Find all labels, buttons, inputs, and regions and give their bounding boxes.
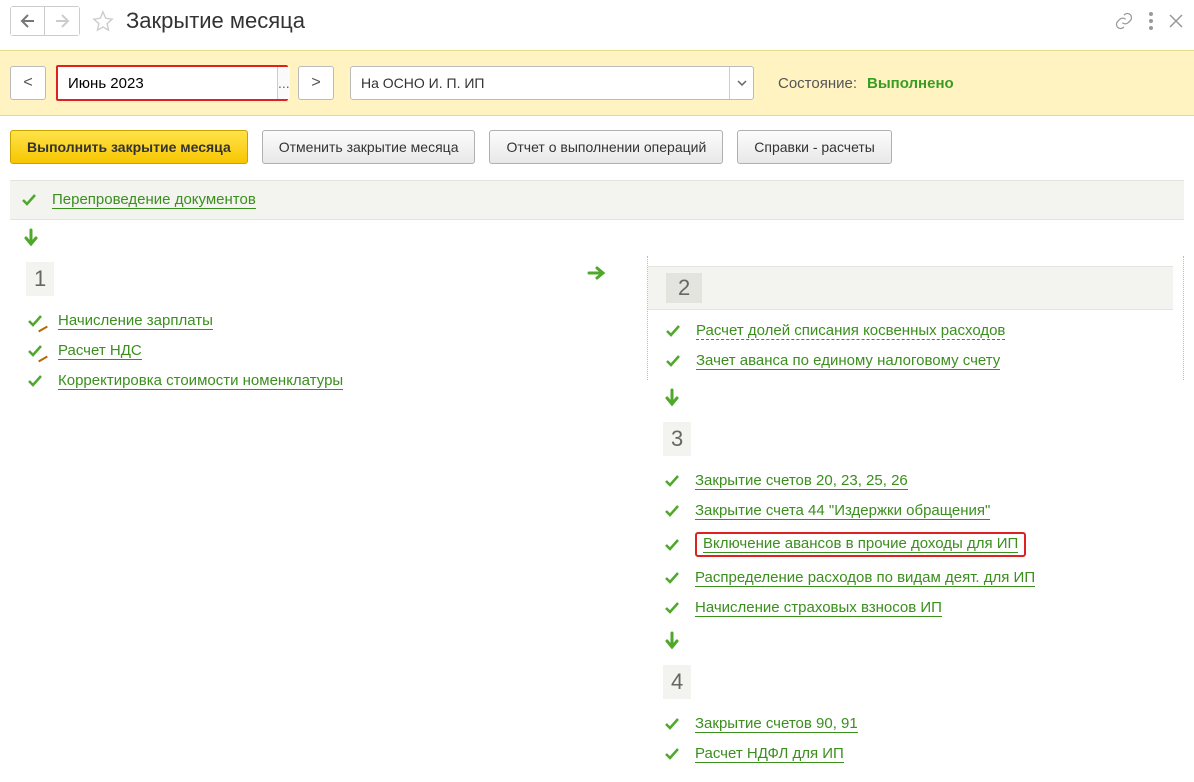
operation-link[interactable]: Зачет аванса по единому налоговому счету (696, 352, 1000, 370)
operation-row: Начисление страховых взносов ИП (647, 593, 1184, 623)
operation-row: Закрытие счетов 90, 91 (647, 709, 1184, 739)
period-group: < ... > (10, 65, 334, 101)
check-icon (26, 374, 44, 388)
operation-row: Включение авансов в прочие доходы для ИП (647, 526, 1184, 563)
operation-link[interactable]: Расчет НДС (58, 342, 142, 360)
check-icon (664, 354, 682, 368)
period-next-button[interactable]: > (298, 66, 334, 100)
check-icon (664, 324, 682, 338)
arrow-right-icon (587, 266, 607, 280)
check-icon (20, 193, 38, 207)
operation-row: Зачет аванса по единому налоговому счету (648, 346, 1173, 376)
arrow-down-icon (665, 388, 1184, 408)
period-input-highlight: ... (56, 65, 288, 101)
stage-2-header: 2 (648, 266, 1173, 310)
link-icon[interactable] (1114, 11, 1134, 31)
operation-link[interactable]: Включение авансов в прочие доходы для ИП (703, 535, 1018, 553)
organization-value: На ОСНО И. П. ИП (351, 67, 729, 99)
titlebar: Закрытие месяца (0, 0, 1194, 42)
arrow-down-icon (665, 631, 1184, 651)
close-icon[interactable] (1168, 13, 1184, 29)
title-right-icons (1114, 11, 1184, 31)
stages-columns: 1 Начисление зарплаты Расчет НДС Коррект… (0, 256, 1194, 769)
cancel-button[interactable]: Отменить закрытие месяца (262, 130, 476, 164)
operation-link[interactable]: Расчет долей списания косвенных расходов (696, 322, 1005, 340)
operation-link[interactable]: Закрытие счетов 20, 23, 25, 26 (695, 472, 908, 490)
operation-row: Распределение расходов по видам деят. дл… (647, 563, 1184, 593)
operation-link[interactable]: Начисление страховых взносов ИП (695, 599, 942, 617)
operation-row: Расчет долей списания косвенных расходов (648, 316, 1173, 346)
operation-link[interactable]: Распределение расходов по видам деят. дл… (695, 569, 1035, 587)
stage-1-header: 1 (26, 262, 54, 296)
check-icon (663, 717, 681, 731)
operation-link[interactable]: Расчет НДФЛ для ИП (695, 745, 844, 763)
column-right: 2 Расчет долей списания косвенных расход… (647, 256, 1184, 769)
check-edited-icon (26, 314, 44, 328)
check-icon (663, 504, 681, 518)
operation-link[interactable]: Начисление зарплаты (58, 312, 213, 330)
organization-select[interactable]: На ОСНО И. П. ИП (350, 66, 754, 100)
stage-2-block: 2 Расчет долей списания косвенных расход… (647, 256, 1184, 380)
nav-forward-button[interactable] (45, 7, 79, 35)
status-label: Состояние: (778, 75, 857, 92)
arrow-down-icon (24, 228, 1194, 248)
check-edited-icon (26, 344, 44, 358)
check-icon (663, 474, 681, 488)
reprocess-link[interactable]: Перепроведение документов (52, 191, 256, 209)
more-menu-icon[interactable] (1148, 11, 1154, 31)
references-button[interactable]: Справки - расчеты (737, 130, 892, 164)
check-icon (663, 571, 681, 585)
action-bar: Выполнить закрытие месяца Отменить закры… (0, 116, 1194, 174)
check-icon (663, 601, 681, 615)
operation-highlight: Включение авансов в прочие доходы для ИП (695, 532, 1026, 557)
stage-4-header: 4 (663, 665, 691, 699)
dropdown-icon[interactable] (729, 67, 753, 99)
arrow-left-icon (20, 14, 36, 28)
operation-link[interactable]: Закрытие счета 44 "Издержки обращения" (695, 502, 990, 520)
reprocess-row: Перепроведение документов (10, 180, 1184, 220)
column-left: 1 Начисление зарплаты Расчет НДС Коррект… (10, 256, 547, 769)
operation-link[interactable]: Корректировка стоимости номенклатуры (58, 372, 343, 390)
nav-buttons (10, 6, 80, 36)
nav-back-button[interactable] (11, 7, 45, 35)
operation-row: Расчет НДС (10, 336, 547, 366)
operation-row: Закрытие счета 44 "Издержки обращения" (647, 496, 1184, 526)
report-button[interactable]: Отчет о выполнении операций (489, 130, 723, 164)
arrow-right-icon (54, 14, 70, 28)
execute-button[interactable]: Выполнить закрытие месяца (10, 130, 248, 164)
operation-row: Закрытие счетов 20, 23, 25, 26 (647, 466, 1184, 496)
period-prev-button[interactable]: < (10, 66, 46, 100)
favorite-star-icon[interactable] (90, 8, 116, 34)
period-picker-button[interactable]: ... (277, 67, 290, 99)
filter-bar: < ... > На ОСНО И. П. ИП Состояние: Выпо… (0, 50, 1194, 116)
check-icon (663, 538, 681, 552)
operation-row: Расчет НДФЛ для ИП (647, 739, 1184, 769)
operation-row: Начисление зарплаты (10, 306, 547, 336)
period-input[interactable] (58, 67, 277, 99)
operation-row: Корректировка стоимости номенклатуры (10, 366, 547, 396)
stage-3-header: 3 (663, 422, 691, 456)
status-value: Выполнено (867, 75, 954, 92)
page-title: Закрытие месяца (126, 8, 305, 34)
operation-link[interactable]: Закрытие счетов 90, 91 (695, 715, 858, 733)
check-icon (663, 747, 681, 761)
